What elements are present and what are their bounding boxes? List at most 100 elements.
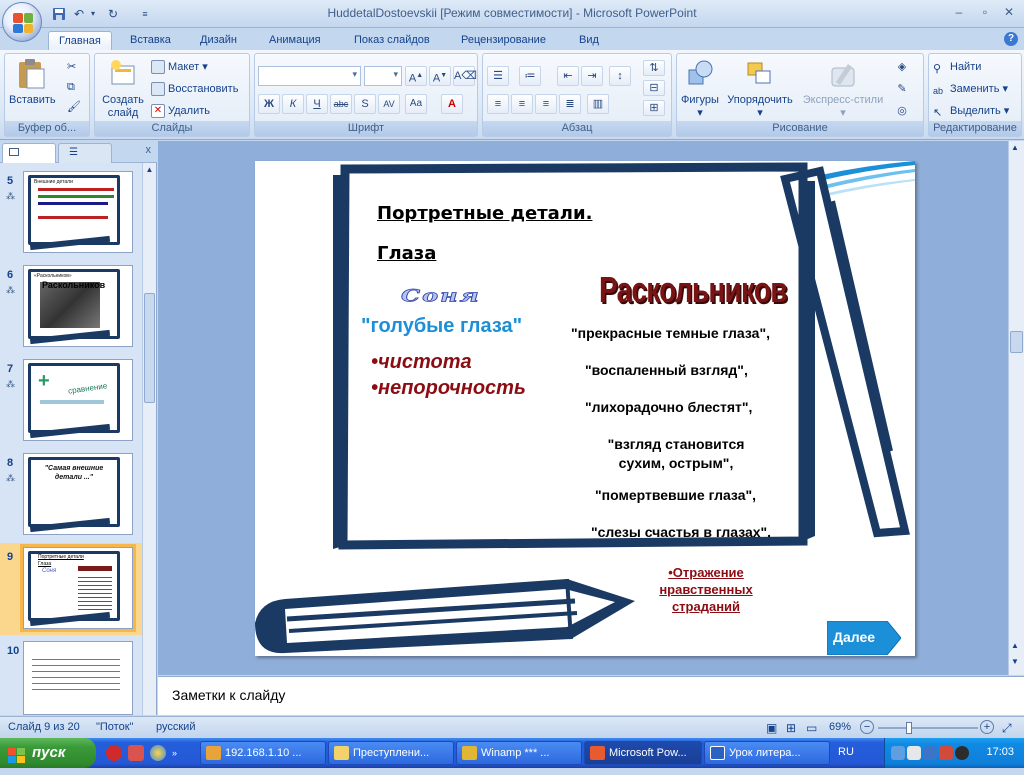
slide-heading[interactable]: Портретные детали. <box>377 203 592 224</box>
rask-quote-6[interactable]: "слезы счастья в глазах". <box>591 524 771 540</box>
tab-outline[interactable]: ☰ <box>58 143 112 163</box>
tab-slides[interactable] <box>2 143 56 163</box>
prev-slide-icon[interactable]: ▲ <box>1011 641 1019 650</box>
scroll-up-icon[interactable]: ▲ <box>144 165 155 177</box>
arrange-button[interactable]: Упорядочить ▾ <box>723 58 797 120</box>
underline-icon[interactable]: Ч <box>306 94 328 114</box>
slide-thumbnail-9[interactable]: Портретные детали Глаза Соня <box>20 544 136 632</box>
taskbar-item-2[interactable]: Преступлени... <box>328 741 454 765</box>
sonya-title[interactable]: Соня <box>401 285 481 306</box>
slide-canvas[interactable]: Портретные детали. Глаза Соня "голубые г… <box>255 161 915 656</box>
restore-button[interactable]: ▫ <box>974 3 996 21</box>
font-family-combo[interactable] <box>258 66 361 86</box>
numbering-icon[interactable]: ≔ <box>519 66 541 86</box>
next-button[interactable]: Далее <box>827 621 901 655</box>
font-size-combo[interactable] <box>364 66 402 86</box>
shrink-font-icon[interactable]: A▼ <box>429 66 451 86</box>
grow-font-icon[interactable]: A▲ <box>405 66 427 86</box>
new-slide-button[interactable]: Создать слайд <box>99 58 147 120</box>
font-color-icon[interactable]: A <box>441 94 463 114</box>
replace-button[interactable]: ab Заменить ▾ <box>933 80 1008 98</box>
zoom-out-icon[interactable]: − <box>860 720 874 734</box>
shape-fill-icon[interactable]: ◈ <box>891 58 913 78</box>
rask-quote-1[interactable]: "прекрасные темные глаза", <box>571 325 770 341</box>
shapes-button[interactable]: Фигуры ▾ <box>679 58 721 120</box>
align-right-icon[interactable]: ≡ <box>535 94 557 114</box>
text-direction-icon[interactable]: ⇅ <box>643 60 665 76</box>
zoom-slider-thumb[interactable] <box>906 722 912 734</box>
rask-quote-5[interactable]: "помертвевшие глаза", <box>595 487 756 503</box>
align-left-icon[interactable]: ≡ <box>487 94 509 114</box>
tray-security-icon[interactable] <box>939 746 953 760</box>
scroll-thumb[interactable] <box>144 293 155 403</box>
bold-icon[interactable]: Ж <box>258 94 280 114</box>
shadow-icon[interactable]: S <box>354 94 376 114</box>
cut-icon[interactable]: ✂ <box>67 58 76 76</box>
scroll-up-icon[interactable]: ▲ <box>1011 143 1019 152</box>
quicklaunch-opera-icon[interactable] <box>106 745 122 761</box>
zoom-slider-track[interactable] <box>878 727 978 729</box>
raskolnikov-title[interactable]: Раскольников <box>599 269 788 311</box>
sorter-view-icon[interactable]: ⊞ <box>786 721 796 735</box>
copy-icon[interactable]: ⧉ <box>67 78 75 96</box>
taskbar-item-1[interactable]: 192.168.1.10 ... <box>200 741 326 765</box>
reflection-link[interactable]: •Отражение нравственных страданий <box>647 564 765 615</box>
tray-bug-icon[interactable] <box>955 746 969 760</box>
increase-indent-icon[interactable]: ⇥ <box>581 66 603 86</box>
shape-effects-icon[interactable]: ◎ <box>891 102 913 122</box>
slideshow-view-icon[interactable]: ▭ <box>806 721 817 735</box>
sonya-eyes[interactable]: "голубые глаза" <box>361 315 522 338</box>
fit-window-icon[interactable]: ⤢ <box>1002 721 1012 736</box>
scroll-thumb[interactable] <box>1010 331 1023 353</box>
quicklaunch-browser-icon[interactable] <box>150 745 166 761</box>
tab-animation[interactable]: Анимация <box>259 31 331 50</box>
sonya-bullet-purity[interactable]: •чистота <box>371 351 472 374</box>
slide-thumbnail-10[interactable] <box>23 641 133 715</box>
quick-styles-button[interactable]: Экспресс-стили ▾ <box>801 58 885 120</box>
align-center-icon[interactable]: ≡ <box>511 94 533 114</box>
strikethrough-icon[interactable]: abc <box>330 94 352 114</box>
slide-thumbnail-6[interactable]: «Раскольников» Раскольников <box>23 265 133 347</box>
office-button[interactable] <box>2 2 42 42</box>
tab-view[interactable]: Вид <box>569 31 609 50</box>
tray-app-icon[interactable] <box>923 746 937 760</box>
language-bar[interactable]: RU <box>838 746 854 758</box>
slides-pane-scrollbar[interactable]: ▲ <box>142 163 156 715</box>
line-spacing-icon[interactable]: ↕ <box>609 66 631 86</box>
quicklaunch-more-icon[interactable]: » <box>172 748 177 758</box>
tab-review[interactable]: Рецензирование <box>451 31 556 50</box>
slide-subheading[interactable]: Глаза <box>377 243 436 264</box>
spacing-icon[interactable]: AV <box>378 94 400 114</box>
taskbar-item-5[interactable]: Урок литера... <box>704 741 830 765</box>
slide-thumbnail-8[interactable]: "Самая внешние детали ..." <box>23 453 133 535</box>
help-icon[interactable]: ? <box>1004 32 1018 46</box>
tray-network-icon[interactable] <box>891 746 905 760</box>
tab-insert[interactable]: Вставка <box>120 31 181 50</box>
shape-outline-icon[interactable]: ✎ <box>891 80 913 100</box>
tray-volume-icon[interactable] <box>907 746 921 760</box>
italic-icon[interactable]: К <box>282 94 304 114</box>
sonya-bullet-innocence[interactable]: •непорочность <box>371 377 526 400</box>
delete-slide-button[interactable]: ✕ Удалить <box>151 102 210 120</box>
clear-format-icon[interactable]: A⌫ <box>453 66 477 86</box>
taskbar-item-4[interactable]: Microsoft Pow... <box>584 741 702 765</box>
tab-home[interactable]: Главная <box>48 31 112 50</box>
select-button[interactable]: ↖ Выделить ▾ <box>933 102 1009 120</box>
case-icon[interactable]: Aa <box>405 94 427 114</box>
smartart-icon[interactable]: ⊞ <box>643 100 665 116</box>
slide-thumbnail-7[interactable]: + сравнение <box>23 359 133 441</box>
close-pane-icon[interactable]: x <box>146 144 152 156</box>
bullets-icon[interactable]: ☰ <box>487 66 509 86</box>
decrease-indent-icon[interactable]: ⇤ <box>557 66 579 86</box>
zoom-level[interactable]: 69% <box>829 721 851 733</box>
normal-view-icon[interactable]: ▣ <box>766 721 777 735</box>
clipboard-group-label[interactable]: Буфер об... <box>5 121 89 136</box>
close-button[interactable]: ✕ <box>998 3 1020 21</box>
align-text-icon[interactable]: ⊟ <box>643 80 665 96</box>
minimize-button[interactable]: – <box>948 3 970 21</box>
justify-icon[interactable]: ≣ <box>559 94 581 114</box>
taskbar-item-3[interactable]: Winamp *** ... <box>456 741 582 765</box>
slide-thumbnail-5[interactable]: Внешние детали <box>23 171 133 253</box>
slide-scrollbar[interactable]: ▲ ▲ ▼ <box>1008 141 1024 675</box>
tab-design[interactable]: Дизайн <box>190 31 247 50</box>
